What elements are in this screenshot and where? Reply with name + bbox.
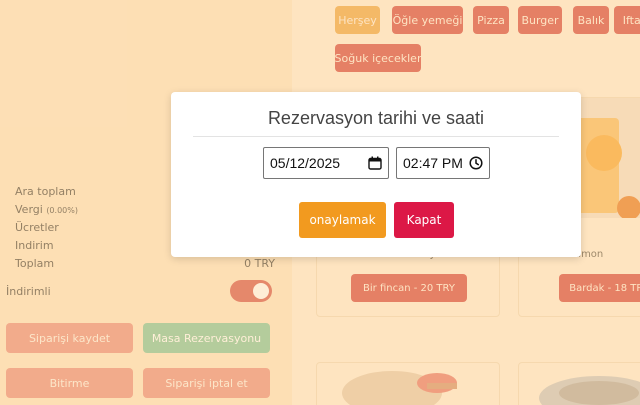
modal-title: Rezervasyon tarihi ve saati: [267, 108, 485, 128]
clock-icon[interactable]: [469, 156, 483, 170]
reservation-date-input[interactable]: 05/12/2025: [263, 147, 389, 179]
reservation-modal: Rezervasyon tarihi ve saati 05/12/2025 0…: [171, 92, 581, 257]
time-value: 02:47 PM: [403, 155, 463, 171]
confirm-button[interactable]: onaylamak: [299, 202, 386, 238]
calendar-icon[interactable]: [368, 156, 382, 170]
modal-divider: [193, 136, 559, 137]
reservation-time-input[interactable]: 02:47 PM: [396, 147, 490, 179]
date-value: 05/12/2025: [270, 155, 341, 171]
close-button[interactable]: Kapat: [394, 202, 454, 238]
